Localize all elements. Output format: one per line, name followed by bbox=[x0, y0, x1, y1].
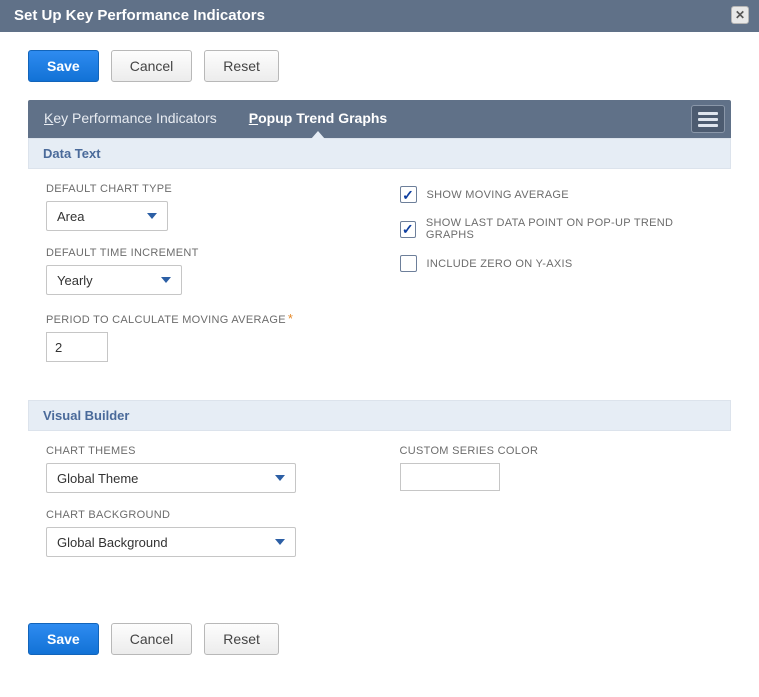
close-icon: ✕ bbox=[735, 9, 745, 21]
label-default-time-increment: DEFAULT TIME INCREMENT bbox=[46, 247, 360, 259]
select-chart-background[interactable]: Global Background bbox=[46, 527, 296, 557]
tab-popup-trend-graphs[interactable]: Popup Trend Graphs bbox=[247, 100, 389, 138]
checkbox-show-last-data-point[interactable]: ✓ bbox=[400, 221, 416, 238]
chevron-down-icon bbox=[147, 213, 157, 219]
reset-button[interactable]: Reset bbox=[204, 50, 279, 82]
dialog-title: Set Up Key Performance Indicators bbox=[14, 7, 265, 24]
save-button[interactable]: Save bbox=[28, 50, 99, 82]
save-button-bottom[interactable]: Save bbox=[28, 623, 99, 655]
required-asterisk: * bbox=[288, 311, 293, 326]
select-default-time-increment[interactable]: Yearly bbox=[46, 265, 182, 295]
label-chart-background: CHART BACKGROUND bbox=[46, 509, 360, 521]
tab-bar: Key Performance Indicators Popup Trend G… bbox=[28, 100, 731, 138]
label-period-moving-average: PERIOD TO CALCULATE MOVING AVERAGE* bbox=[46, 311, 360, 326]
select-chart-themes[interactable]: Global Theme bbox=[46, 463, 296, 493]
label-include-zero: INCLUDE ZERO ON Y-AXIS bbox=[427, 258, 573, 270]
select-value-chart-background: Global Background bbox=[57, 535, 168, 550]
cancel-button-bottom[interactable]: Cancel bbox=[111, 623, 193, 655]
dialog-header: Set Up Key Performance Indicators ✕ bbox=[0, 0, 759, 32]
section-header-data-text: Data Text bbox=[28, 138, 731, 169]
chevron-down-icon bbox=[275, 539, 285, 545]
cancel-button[interactable]: Cancel bbox=[111, 50, 193, 82]
label-show-moving-average: SHOW MOVING AVERAGE bbox=[427, 189, 569, 201]
dialog-body: Save Cancel Reset Key Performance Indica… bbox=[0, 32, 759, 697]
chevron-down-icon bbox=[161, 277, 171, 283]
section-body-data-text: DEFAULT CHART TYPE Area DEFAULT TIME INC… bbox=[28, 169, 731, 400]
tab-menu-button[interactable] bbox=[691, 105, 725, 133]
section-header-visual-builder: Visual Builder bbox=[28, 400, 731, 431]
top-button-row: Save Cancel Reset bbox=[28, 50, 731, 82]
bottom-button-row: Save Cancel Reset bbox=[28, 623, 731, 655]
select-value-chart-themes: Global Theme bbox=[57, 471, 138, 486]
reset-button-bottom[interactable]: Reset bbox=[204, 623, 279, 655]
tab-key-performance-indicators[interactable]: Key Performance Indicators bbox=[42, 100, 219, 138]
close-button[interactable]: ✕ bbox=[731, 6, 749, 24]
label-custom-series-color: CUSTOM SERIES COLOR bbox=[400, 445, 714, 457]
label-show-last-data-point: SHOW LAST DATA POINT ON POP-UP TREND GRA… bbox=[426, 217, 713, 241]
menu-icon bbox=[698, 112, 718, 115]
select-value-default-time-increment: Yearly bbox=[57, 273, 93, 288]
select-value-default-chart-type: Area bbox=[57, 209, 84, 224]
checkbox-include-zero[interactable] bbox=[400, 255, 417, 272]
select-default-chart-type[interactable]: Area bbox=[46, 201, 168, 231]
label-chart-themes: CHART THEMES bbox=[46, 445, 360, 457]
input-custom-series-color[interactable] bbox=[400, 463, 500, 491]
chevron-down-icon bbox=[275, 475, 285, 481]
section-body-visual-builder: CHART THEMES Global Theme CHART BACKGROU… bbox=[28, 431, 731, 595]
checkbox-show-moving-average[interactable]: ✓ bbox=[400, 186, 417, 203]
input-period-moving-average[interactable]: 2 bbox=[46, 332, 108, 362]
label-default-chart-type: DEFAULT CHART TYPE bbox=[46, 183, 360, 195]
